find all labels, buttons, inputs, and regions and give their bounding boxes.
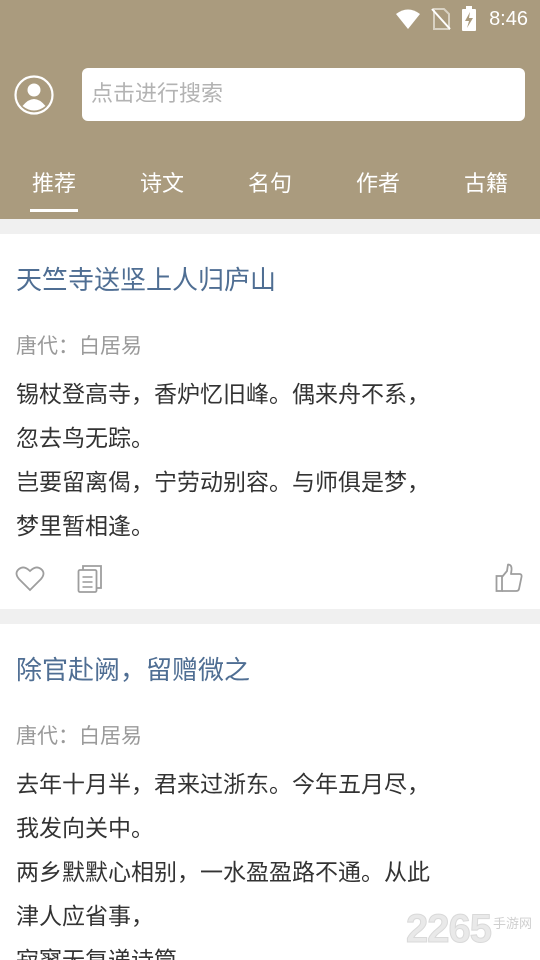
battery-charging-icon (462, 6, 477, 31)
heart-icon[interactable] (15, 565, 45, 593)
poem-card[interactable]: 天竺寺送坚上人归庐山 唐代：白居易 锡杖登高寺，香炉忆旧峰。偶来舟不系， 忽去鸟… (0, 234, 540, 609)
poem-line: 两乡默默心相别，一水盈盈路不通。从此 (16, 860, 430, 886)
poem-title[interactable]: 天竺寺送坚上人归庐山 (16, 260, 276, 297)
poem-content: 去年十月半，君来过浙东。今年五月尽， 我发向关中。 两乡默默心相别，一水盈盈路不… (16, 763, 516, 960)
poem-line: 我发向关中。 (16, 816, 154, 842)
tab-authors[interactable]: 作者 (338, 160, 418, 210)
status-bar: 8:46 (0, 0, 540, 38)
no-sim-icon (431, 8, 451, 30)
poem-line: 寂寥无复递诗筒。 (16, 939, 516, 960)
poem-title[interactable]: 除官赴阙，留赠微之 (16, 650, 250, 687)
poem-line: 锡杖登高寺，香炉忆旧峰。偶来舟不系， (16, 382, 430, 408)
active-tab-indicator (30, 209, 78, 212)
poem-author[interactable]: 唐代：白居易 (16, 720, 142, 750)
wifi-icon (396, 9, 421, 29)
poem-line: 岂要留离偈，宁劳动别容。与师俱是梦， (16, 470, 430, 496)
tab-recommend[interactable]: 推荐 (14, 160, 94, 210)
poem-content: 锡杖登高寺，香炉忆旧峰。偶来舟不系， 忽去鸟无踪。 岂要留离偈，宁劳动别容。与师… (16, 373, 516, 549)
thumbs-up-icon[interactable] (495, 563, 523, 593)
poem-line: 津人应省事， (16, 904, 154, 930)
poem-line: 梦里暂相逢。 (16, 514, 154, 540)
tab-famous-lines[interactable]: 名句 (230, 160, 310, 210)
poem-line: 忽去鸟无踪。 (16, 426, 154, 452)
status-time: 8:46 (489, 7, 528, 30)
app-header: 8:46 推荐 诗文 名句 作者 古籍 (0, 0, 540, 219)
copy-icon[interactable] (77, 564, 103, 594)
tab-bar: 推荐 诗文 名句 作者 古籍 (0, 160, 540, 219)
tab-poems[interactable]: 诗文 (122, 160, 202, 210)
tab-classics[interactable]: 古籍 (446, 160, 526, 210)
poem-author[interactable]: 唐代：白居易 (16, 330, 142, 360)
search-input[interactable] (82, 68, 525, 121)
poem-card[interactable]: 除官赴阙，留赠微之 唐代：白居易 去年十月半，君来过浙东。今年五月尽， 我发向关… (0, 624, 540, 960)
poem-line: 去年十月半，君来过浙东。今年五月尽， (16, 772, 430, 798)
avatar-icon[interactable] (14, 75, 54, 115)
